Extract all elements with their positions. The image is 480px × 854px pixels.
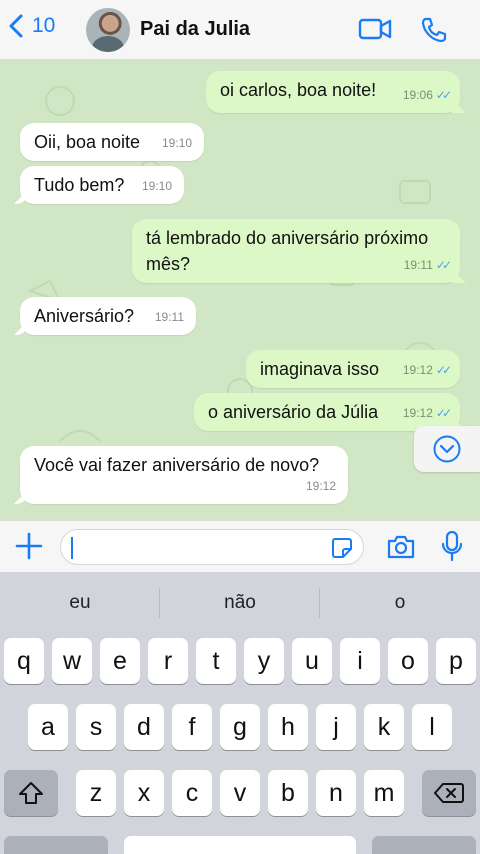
- camera-button[interactable]: [386, 534, 416, 565]
- suggestion-bar: eu não o: [0, 572, 480, 634]
- suggestion-item[interactable]: o: [320, 592, 480, 614]
- sticker-button[interactable]: [331, 537, 353, 564]
- message-time: 19:10: [161, 136, 192, 150]
- key-l[interactable]: l: [412, 704, 452, 750]
- key-a[interactable]: a: [28, 704, 68, 750]
- key-w[interactable]: w: [52, 638, 92, 684]
- message-text: Aniversário?: [34, 306, 135, 326]
- numbers-key[interactable]: [4, 836, 108, 854]
- key-k[interactable]: k: [364, 704, 404, 750]
- scroll-to-bottom-button[interactable]: [414, 426, 480, 472]
- key-i[interactable]: i: [340, 638, 380, 684]
- key-y[interactable]: y: [244, 638, 284, 684]
- message-time: 19:10: [141, 179, 172, 193]
- message-input[interactable]: [60, 529, 364, 565]
- key-x[interactable]: x: [124, 770, 164, 816]
- message-bubble-incoming[interactable]: Você vai fazer aniversário de novo? 19:1…: [20, 446, 348, 504]
- message-bubble-incoming[interactable]: Oii, boa noite 19:10: [20, 123, 204, 161]
- avatar[interactable]: [86, 8, 130, 52]
- key-d[interactable]: d: [124, 704, 164, 750]
- message-bubble-outgoing[interactable]: imaginava isso 19:12 ✓✓: [246, 350, 460, 388]
- key-r[interactable]: r: [148, 638, 188, 684]
- read-ticks-icon: ✓✓: [435, 88, 452, 102]
- attach-button[interactable]: [14, 531, 44, 566]
- message-text: imaginava isso: [260, 359, 380, 379]
- message-bubble-incoming[interactable]: Tudo bem? 19:10: [20, 166, 184, 204]
- key-o[interactable]: o: [388, 638, 428, 684]
- message-time: 19:12 ✓✓: [403, 400, 452, 426]
- chat-header: 10 Pai da Julia: [0, 0, 480, 60]
- key-u[interactable]: u: [292, 638, 332, 684]
- suggestion-item[interactable]: eu: [0, 592, 160, 614]
- message-text-line: tá lembrado do aniversário próximo: [146, 228, 429, 248]
- unread-count: 10: [32, 14, 56, 37]
- read-ticks-icon: ✓✓: [435, 258, 452, 272]
- key-h[interactable]: h: [268, 704, 308, 750]
- message-bubble-outgoing[interactable]: oi carlos, boa noite! 19:06 ✓✓: [206, 71, 460, 113]
- video-call-button[interactable]: [358, 16, 392, 47]
- key-j[interactable]: j: [316, 704, 356, 750]
- voice-message-button[interactable]: [440, 530, 464, 569]
- key-z[interactable]: z: [76, 770, 116, 816]
- keyboard: eu não o q w e r t y u i o p a s d f g h…: [0, 572, 480, 854]
- message-bubble-outgoing[interactable]: o aniversário da Júlia 19:12 ✓✓: [194, 393, 460, 431]
- message-text: Oii, boa noite: [34, 132, 141, 152]
- message-text: Você vai fazer aniversário de novo?: [34, 455, 320, 475]
- key-q[interactable]: q: [4, 638, 44, 684]
- message-time: 19:11 ✓✓: [404, 252, 452, 278]
- microphone-icon: [441, 530, 463, 562]
- plus-icon: [15, 532, 43, 560]
- backspace-key[interactable]: [422, 770, 476, 816]
- space-key[interactable]: [124, 836, 356, 854]
- shift-key[interactable]: [4, 770, 58, 816]
- return-key[interactable]: [372, 836, 476, 854]
- phone-icon: [421, 17, 447, 43]
- key-n[interactable]: n: [316, 770, 356, 816]
- read-ticks-icon: ✓✓: [435, 406, 452, 420]
- video-icon: [358, 18, 392, 40]
- message-time: 19:06 ✓✓: [403, 82, 452, 108]
- shift-icon: [19, 782, 43, 804]
- message-text-line: mês?: [146, 254, 191, 274]
- message-text: o aniversário da Júlia: [208, 402, 379, 422]
- read-ticks-icon: ✓✓: [435, 363, 452, 377]
- key-s[interactable]: s: [76, 704, 116, 750]
- message-composer: [0, 520, 480, 572]
- chevron-down-circle-icon: [433, 435, 461, 463]
- message-text: oi carlos, boa noite!: [220, 80, 377, 100]
- back-button[interactable]: 10: [8, 14, 55, 38]
- message-bubble-outgoing[interactable]: tá lembrado do aniversário próximo mês? …: [132, 219, 460, 283]
- message-list[interactable]: oi carlos, boa noite! 19:06 ✓✓ Oii, boa n…: [0, 61, 480, 520]
- key-f[interactable]: f: [172, 704, 212, 750]
- contact-name[interactable]: Pai da Julia: [140, 18, 250, 41]
- key-v[interactable]: v: [220, 770, 260, 816]
- message-text: Tudo bem?: [34, 175, 125, 195]
- key-p[interactable]: p: [436, 638, 476, 684]
- message-time: 19:12: [305, 479, 336, 493]
- key-b[interactable]: b: [268, 770, 308, 816]
- suggestion-item[interactable]: não: [160, 592, 320, 614]
- key-e[interactable]: e: [100, 638, 140, 684]
- message-bubble-incoming[interactable]: Aniversário? 19:11: [20, 297, 196, 335]
- camera-icon: [387, 535, 415, 559]
- backspace-icon: [434, 783, 464, 803]
- chevron-left-icon: [9, 14, 23, 38]
- text-caret: [71, 537, 73, 559]
- key-t[interactable]: t: [196, 638, 236, 684]
- key-c[interactable]: c: [172, 770, 212, 816]
- key-m[interactable]: m: [364, 770, 404, 816]
- voice-call-button[interactable]: [420, 16, 448, 49]
- sticker-icon: [332, 538, 352, 558]
- message-time: 19:12 ✓✓: [403, 357, 452, 383]
- message-time: 19:11: [154, 310, 184, 324]
- key-g[interactable]: g: [220, 704, 260, 750]
